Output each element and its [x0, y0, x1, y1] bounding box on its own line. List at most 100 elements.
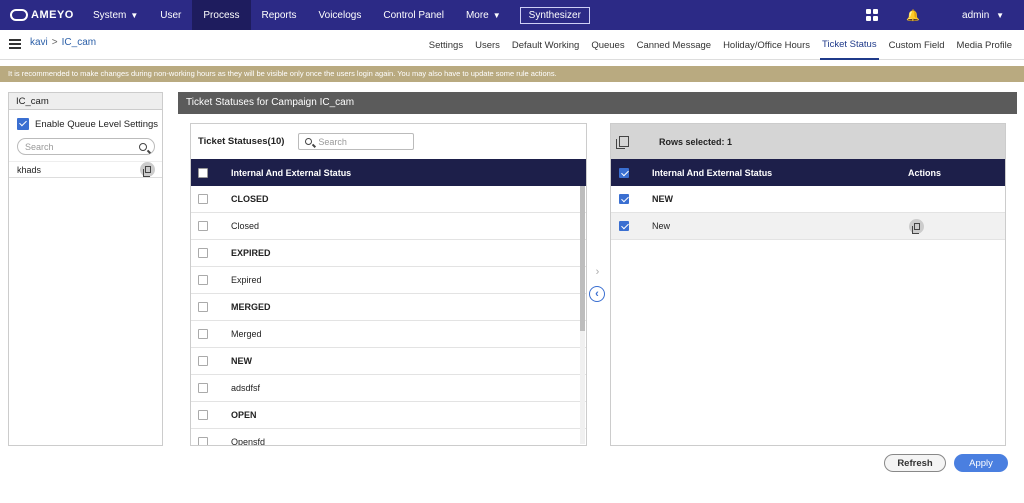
nav-item-label: User: [160, 9, 182, 21]
status-label: CLOSED: [231, 194, 269, 204]
warning-banner: It is recommended to make changes during…: [0, 66, 1024, 82]
table-row[interactable]: Opensfd: [191, 429, 586, 445]
tab-custom-field[interactable]: Custom Field: [887, 30, 947, 60]
selected-table-header: Internal And External Status Actions: [611, 159, 1005, 186]
nav-item-label: More: [465, 9, 489, 21]
hamburger-menu-icon[interactable]: [9, 39, 21, 49]
nav-item-label: System: [93, 9, 127, 21]
selected-row[interactable]: NEW: [611, 186, 1005, 213]
breadcrumb-separator: >: [51, 37, 58, 48]
chevron-down-icon: ▼: [130, 10, 139, 20]
tab-default-working[interactable]: Default Working: [510, 30, 581, 60]
rows-selected-label: Rows selected: 1: [659, 136, 733, 147]
queue-panel: IC_cam Enable Queue Level Settings Searc…: [8, 92, 163, 446]
tab-users[interactable]: Users: [473, 30, 502, 60]
breadcrumb-root[interactable]: kavi: [30, 37, 48, 48]
row-checkbox[interactable]: [198, 437, 208, 445]
settings-tabs: Settings Users Default Working Queues Canned…: [419, 30, 1014, 60]
nav-item-more[interactable]: More ▼: [455, 0, 512, 30]
admin-label: admin: [962, 9, 990, 21]
selected-status-label: NEW: [652, 194, 673, 204]
row-checkbox[interactable]: [198, 248, 208, 258]
statuses-table-body: CLOSED Closed EXPIRED Expired MERGED Merged NE…: [191, 186, 586, 445]
tab-queues[interactable]: Queues: [589, 30, 626, 60]
nav-item-user[interactable]: User: [149, 0, 192, 30]
search-icon: [305, 138, 313, 145]
row-checkbox[interactable]: [198, 329, 208, 339]
copy-button[interactable]: [140, 162, 155, 177]
copy-icon[interactable]: [616, 136, 629, 149]
status-column-header: Internal And External Status: [231, 167, 352, 178]
chevron-down-icon: ▼: [492, 10, 501, 20]
row-checkbox[interactable]: [619, 194, 629, 204]
queue-list: khads: [9, 161, 162, 178]
table-row[interactable]: MERGED: [191, 294, 586, 321]
copy-action-button[interactable]: [909, 218, 924, 234]
nav-item-process[interactable]: Process: [192, 0, 251, 30]
statuses-table-header: Internal And External Status: [191, 159, 586, 186]
statuses-search-input[interactable]: Search: [298, 133, 415, 150]
bell-icon[interactable]: 🔔: [906, 9, 920, 22]
statuses-count-title: Ticket Statuses(10): [198, 136, 285, 147]
table-row[interactable]: adsdfsf: [191, 375, 586, 402]
selected-status-column-header: Internal And External Status: [652, 167, 773, 178]
row-checkbox[interactable]: [198, 275, 208, 285]
select-all-selected-checkbox[interactable]: [619, 167, 629, 178]
nav-right: 🔔 admin ▼: [866, 0, 1004, 30]
tab-media-profile[interactable]: Media Profile: [955, 30, 1014, 60]
table-row[interactable]: OPEN: [191, 402, 586, 429]
row-checkbox[interactable]: [198, 302, 208, 312]
apply-button[interactable]: Apply: [954, 454, 1008, 472]
table-row[interactable]: CLOSED: [191, 186, 586, 213]
tab-canned-message[interactable]: Canned Message: [635, 30, 713, 60]
row-checkbox[interactable]: [198, 194, 208, 204]
tab-ticket-status[interactable]: Ticket Status: [820, 30, 879, 60]
scrollbar-thumb[interactable]: [580, 186, 585, 331]
ameyo-logo[interactable]: AMEYO: [10, 9, 82, 21]
admin-menu[interactable]: admin ▼: [962, 10, 1004, 21]
row-checkbox[interactable]: [198, 383, 208, 393]
section-title: Ticket Statuses for Campaign IC_cam: [178, 92, 1017, 114]
table-row[interactable]: NEW: [191, 348, 586, 375]
tab-settings[interactable]: Settings: [427, 30, 465, 60]
chevron-down-icon: ▼: [996, 10, 1004, 20]
nav-item-label: Reports: [261, 9, 297, 21]
nav-item-reports[interactable]: Reports: [251, 0, 308, 30]
search-icon[interactable]: [139, 142, 147, 151]
queue-name: khads: [17, 164, 42, 175]
table-row[interactable]: Merged: [191, 321, 586, 348]
enable-queue-level-settings[interactable]: Enable Queue Level Settings: [17, 118, 162, 130]
queue-search-input[interactable]: Search: [17, 138, 155, 155]
status-label: NEW: [231, 356, 252, 366]
move-left-arrow-icon[interactable]: ‹: [589, 286, 605, 302]
enable-queue-checkbox[interactable]: [17, 118, 29, 130]
nav-item-label: Control Panel: [383, 9, 444, 21]
logo-text: AMEYO: [31, 9, 74, 21]
nav-item-control-panel[interactable]: Control Panel: [372, 0, 455, 30]
breadcrumb-current: IC_cam: [61, 37, 97, 48]
refresh-button[interactable]: Refresh: [884, 454, 946, 472]
table-row[interactable]: Closed: [191, 213, 586, 240]
select-all-checkbox[interactable]: [198, 167, 208, 178]
tab-holiday-office-hours[interactable]: Holiday/Office Hours: [721, 30, 812, 60]
queue-list-item[interactable]: khads: [9, 161, 162, 178]
row-checkbox[interactable]: [619, 221, 629, 231]
selected-toolbar: Rows selected: 1: [611, 124, 1005, 159]
nav-item-voicelogs[interactable]: Voicelogs: [308, 0, 373, 30]
status-label: OPEN: [231, 410, 257, 420]
row-checkbox[interactable]: [198, 221, 208, 231]
row-checkbox[interactable]: [198, 410, 208, 420]
move-right-arrow-icon[interactable]: ›: [591, 265, 604, 278]
nav-item-system[interactable]: System ▼: [82, 0, 149, 30]
selected-status-label: New: [652, 221, 671, 231]
status-label: MERGED: [231, 302, 271, 312]
selected-statuses-panel: Rows selected: 1 Internal And External S…: [610, 123, 1006, 446]
status-label: EXPIRED: [231, 248, 271, 258]
row-checkbox[interactable]: [198, 356, 208, 366]
selected-row[interactable]: New: [611, 213, 1005, 240]
table-row[interactable]: EXPIRED: [191, 240, 586, 267]
table-row[interactable]: Expired: [191, 267, 586, 294]
status-label: adsdfsf: [231, 383, 261, 393]
apps-grid-icon[interactable]: [866, 9, 879, 21]
synthesizer-button[interactable]: Synthesizer: [519, 6, 590, 24]
